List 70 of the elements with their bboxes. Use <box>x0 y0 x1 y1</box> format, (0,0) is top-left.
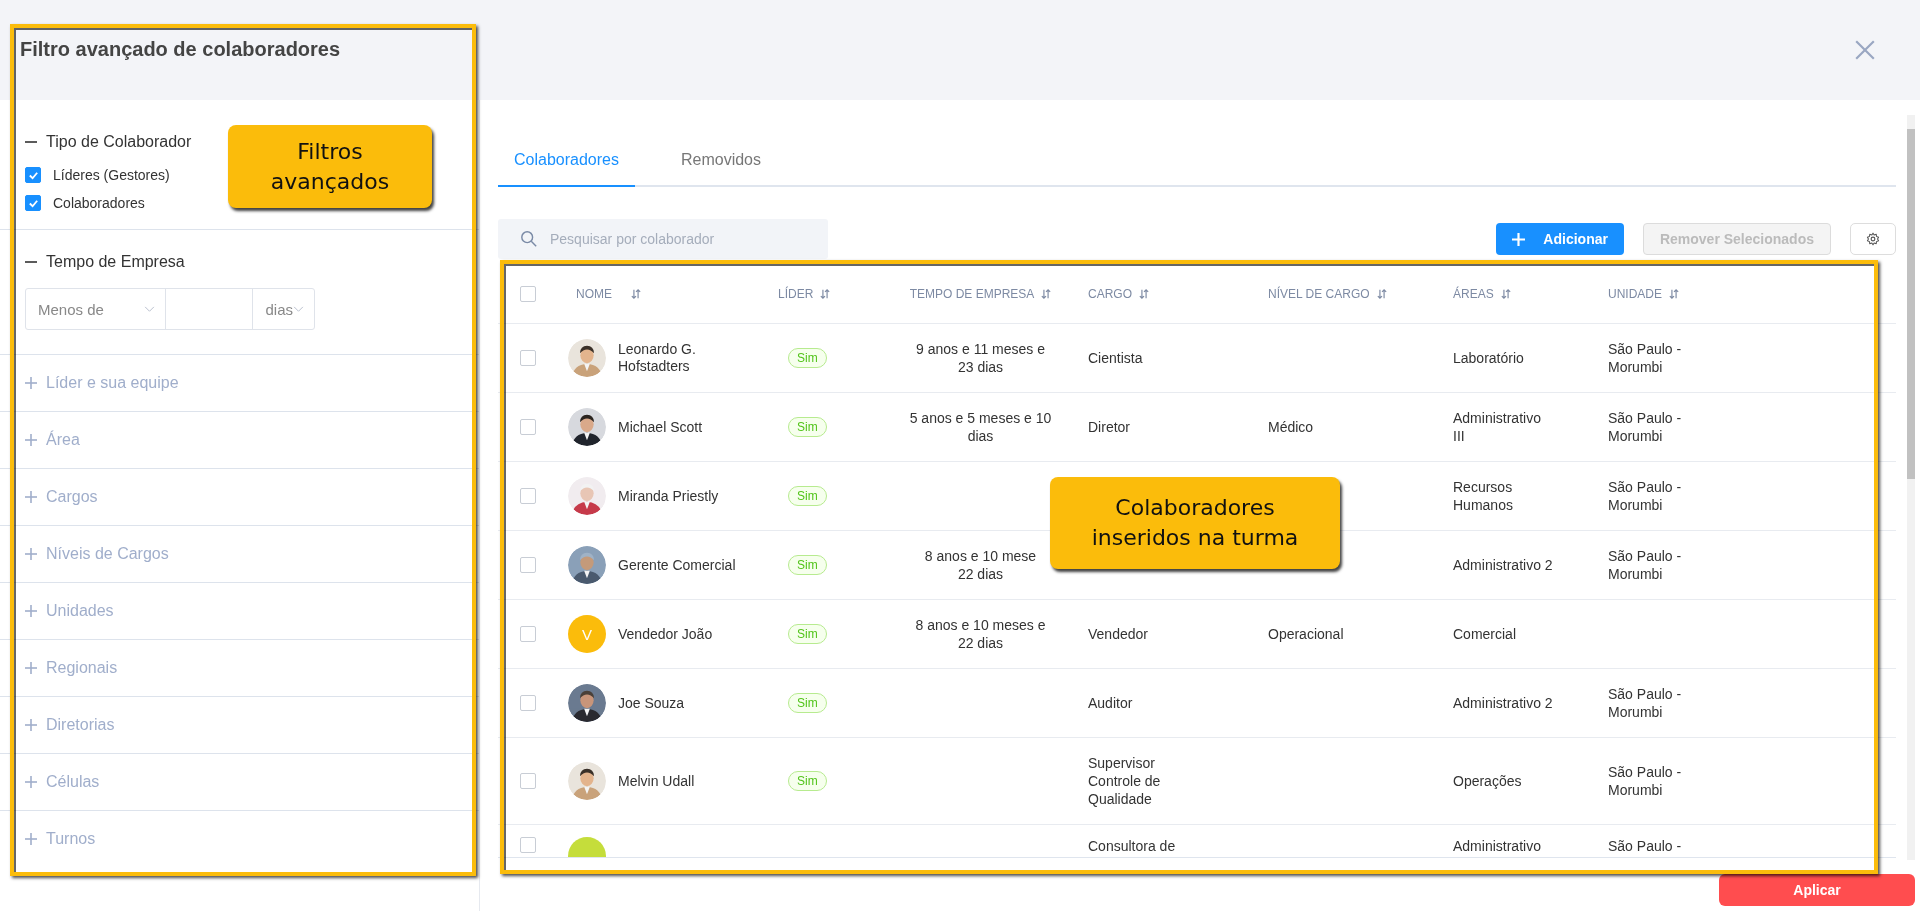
table-cell: Operações <box>1453 772 1522 790</box>
callout: Colaboradores inseridos na turma <box>1050 477 1340 569</box>
table-cell-text: Administrativo III <box>1453 409 1542 445</box>
dialog-title: Filtro avançado de colaboradores <box>20 37 341 61</box>
table-cell: Vendedor <box>1088 625 1148 643</box>
leader-tag: Sim <box>788 771 827 791</box>
table-cell: Médico <box>1268 419 1314 435</box>
filter-section-header[interactable]: Tipo de Colaborador <box>25 132 192 152</box>
employee-name: Joe Souza <box>618 694 685 712</box>
table-cell: Auditor <box>1088 694 1133 712</box>
table-cell-text: São Paulo - Morumbi <box>1608 409 1683 445</box>
filter-section-header[interactable]: Células <box>25 754 100 810</box>
table-cell: Administrativo <box>1453 837 1541 855</box>
column-header[interactable]: CARGO <box>1088 287 1132 301</box>
table-cell: Diretor <box>1088 418 1130 436</box>
table-cell-text: São Paulo - Morumbi <box>1608 763 1683 799</box>
table-cell-text: São Paulo - Morumbi <box>1608 547 1683 583</box>
table-cell: Operacional <box>1268 626 1344 642</box>
leader-tag: Sim <box>788 348 827 368</box>
employee-name: Miranda Priestly <box>618 487 719 505</box>
table-cell-text: Supervisor Controle de Qualidade <box>1088 754 1162 808</box>
table-cell: Administrativo 2 <box>1453 694 1553 712</box>
table-cell: Consultora de <box>1088 837 1176 855</box>
tab[interactable]: Colaboradores <box>498 135 635 187</box>
employee-name: Gerente Comercial <box>618 556 736 574</box>
column-header[interactable]: UNIDADE <box>1608 287 1662 301</box>
table-cell: Laboratório <box>1453 349 1524 367</box>
leader-tag: Sim <box>788 693 827 713</box>
filter-section-header[interactable]: Unidades <box>25 583 114 639</box>
tab[interactable]: Removidos <box>664 135 777 187</box>
employee-name: Leonardo G. Hofstadters <box>618 341 697 375</box>
leader-tag: Sim <box>788 417 827 437</box>
column-header[interactable]: TEMPO DE EMPRESA <box>909 287 1035 301</box>
checkbox-label: Líderes (Gestores) <box>53 167 170 183</box>
table-cell-text: São Paulo - Morumbi <box>1608 340 1683 376</box>
table-cell: 8 anos e 10 meses e 22 dias <box>915 616 1046 652</box>
employee-name: Vendedor João <box>618 625 713 643</box>
table-cell-text: São Paulo - Morumbi <box>1608 685 1683 721</box>
column-header[interactable]: ÁREAS <box>1453 287 1494 301</box>
table-cell: 9 anos e 11 meses e 23 dias <box>916 340 1045 376</box>
column-header[interactable]: NOME <box>576 287 612 301</box>
avatar-initial: V <box>568 615 606 653</box>
filter-section-header[interactable]: Diretorias <box>25 697 115 753</box>
table-cell: 8 anos e 10 mese 22 dias <box>924 547 1037 583</box>
filter-section-header[interactable]: Tempo de Empresa <box>25 252 185 272</box>
add-button[interactable]: Adicionar <box>1496 223 1624 255</box>
table-cell-text: Recursos Humanos <box>1453 478 1514 514</box>
filter-section-header[interactable]: Turnos <box>25 811 96 867</box>
employee-name: Michael Scott <box>618 418 703 436</box>
table-cell: Comercial <box>1453 625 1516 643</box>
leader-tag: Sim <box>788 624 827 644</box>
filter-section-header[interactable]: Líder e sua equipe <box>25 355 179 411</box>
column-header[interactable]: LÍDER <box>778 287 814 301</box>
table-cell: São Paulo - <box>1608 837 1682 855</box>
column-header[interactable]: NÍVEL DE CARGO <box>1268 287 1370 301</box>
search-field[interactable]: Pesquisar por colaborador <box>498 219 828 259</box>
table-cell: Administrativo 2 <box>1453 556 1553 574</box>
table-cell-text: São Paulo - Morumbi <box>1608 478 1683 514</box>
employee-name: Melvin Udall <box>618 772 695 790</box>
leader-tag: Sim <box>788 555 827 575</box>
table-cell: 5 anos e 5 meses e 10 dias <box>909 409 1052 445</box>
callout: Filtros avançados <box>228 125 432 208</box>
filter-section-header[interactable]: Níveis de Cargos <box>25 526 169 582</box>
leader-tag: Sim <box>788 486 827 506</box>
filter-section-header[interactable]: Área <box>25 412 80 468</box>
checkbox-label: Colaboradores <box>53 195 145 211</box>
apply-button[interactable]: Aplicar <box>1719 874 1915 906</box>
filter-section-header[interactable]: Cargos <box>25 469 98 525</box>
table-cell: Cientista <box>1088 349 1143 367</box>
filter-section-header[interactable]: Regionais <box>25 640 118 696</box>
